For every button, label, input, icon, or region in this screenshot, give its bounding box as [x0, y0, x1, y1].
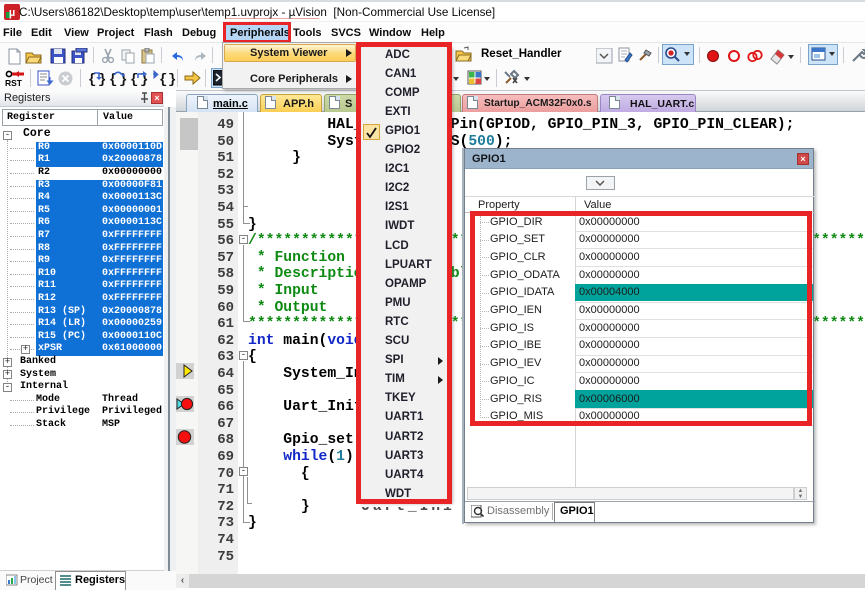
svg-text:{: { [109, 72, 117, 87]
svg-text:{: { [159, 72, 167, 87]
svg-text:µ: µ [9, 7, 15, 19]
svg-text:{: { [130, 72, 138, 87]
svg-text:RST: RST [5, 78, 23, 88]
svg-text:{: { [88, 72, 96, 87]
svg-text:}: } [168, 72, 176, 87]
